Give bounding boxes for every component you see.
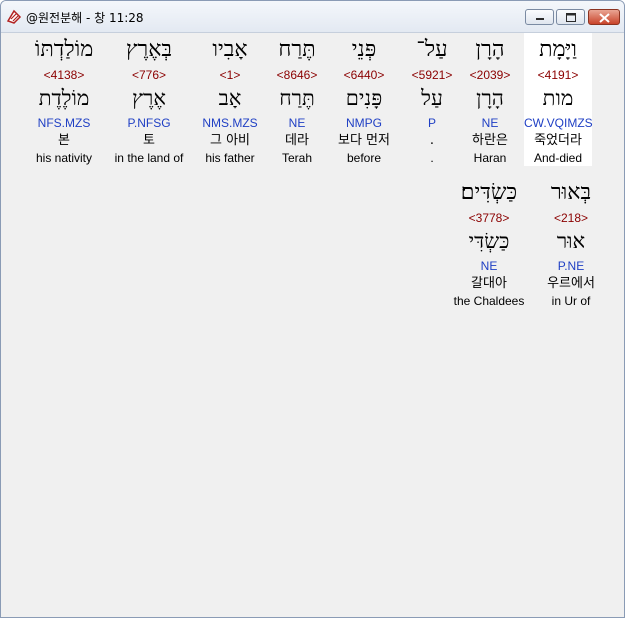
- window-title: @원전분해 - 창 11:28: [26, 11, 144, 25]
- korean-gloss: 본: [58, 133, 70, 148]
- interlinear-panel: וַיָּמָת <4191> מות CW.VQIMZS 죽었더라 And-d…: [4, 33, 621, 613]
- minimize-button[interactable]: [525, 9, 554, 25]
- lemma: אוּר: [556, 229, 586, 253]
- english-gloss: .: [430, 151, 434, 165]
- lemma: אָב: [218, 86, 242, 110]
- strong-number: <776>: [131, 68, 167, 82]
- korean-gloss: .: [429, 133, 435, 148]
- english-gloss: And-died: [533, 151, 583, 165]
- strong-number: <8646>: [276, 68, 318, 82]
- english-gloss: the Chaldees: [453, 294, 525, 308]
- morphology-code: NMPG: [346, 116, 382, 130]
- hebrew-word: אָבִיו: [212, 37, 248, 62]
- strong-number: <3778>: [468, 211, 510, 225]
- strong-number: <4191>: [537, 68, 579, 82]
- english-gloss: Haran: [473, 151, 507, 165]
- maximize-button[interactable]: [556, 9, 585, 25]
- word-cell[interactable]: עַל־ <5921> עַל P . .: [398, 33, 466, 166]
- lemma: מות: [542, 86, 574, 110]
- word-cell[interactable]: פְּנֵי <6440> פָּנִים NMPG 보다 먼저 before: [330, 33, 398, 166]
- lemma: עַל: [421, 86, 443, 110]
- korean-gloss: 그 아비: [209, 133, 250, 148]
- word-cell[interactable]: וַיָּמָת <4191> מות CW.VQIMZS 죽었더라 And-d…: [524, 33, 593, 166]
- app-window: @원전분해 - 창 11:28 וַיָּמָת <4191> מות CW.V…: [0, 0, 625, 618]
- morphology-code: NE: [288, 116, 306, 130]
- lemma: מוֹלֶדֶת: [38, 86, 90, 110]
- korean-gloss: 데라: [285, 133, 309, 148]
- word-cell[interactable]: מוֹלַדְתּוֹ <4138> מוֹלֶדֶת NFS.MZS 본 hi…: [26, 33, 102, 166]
- morphology-code: P.NE: [557, 259, 585, 273]
- hebrew-word: כַּשְׂדִּים׃: [460, 180, 518, 205]
- morphology-code: CW.VQIMZS: [524, 116, 593, 130]
- hebrew-word: וַיָּמָת: [539, 37, 577, 62]
- lemma: פָּנִים: [345, 86, 383, 110]
- english-gloss: Terah: [281, 151, 313, 165]
- morphology-code: NMS.MZS: [202, 116, 258, 130]
- title-bar[interactable]: @원전분해 - 창 11:28: [1, 1, 624, 33]
- korean-gloss: 보다 먼저: [338, 133, 390, 148]
- word-cell[interactable]: כַּשְׂדִּים׃ <3778> כַּשְׂדִּי NE 갈대아 th…: [447, 176, 531, 309]
- word-cell[interactable]: בְּאֶרֶץ <776> אֶרֶץ P.NFSG 토 in the lan…: [108, 33, 190, 166]
- korean-gloss: 토: [143, 133, 155, 148]
- strong-number: <6440>: [343, 68, 385, 82]
- morphology-code: P.NFSG: [127, 116, 171, 130]
- english-gloss: his nativity: [35, 151, 93, 165]
- strong-number: <218>: [553, 211, 589, 225]
- word-cell[interactable]: תֶּרַח <8646> תֶּרַח NE 데라 Terah: [263, 33, 331, 166]
- lemma: אֶרֶץ: [132, 86, 166, 110]
- morphology-code: NE: [480, 259, 498, 273]
- morphology-code: NFS.MZS: [37, 116, 91, 130]
- lemma: כַּשְׂדִּי: [468, 229, 510, 253]
- strong-number: <5921>: [411, 68, 453, 82]
- hebrew-word: תֶּרַח: [278, 37, 316, 62]
- korean-gloss: 하란은: [472, 133, 508, 148]
- app-logo-icon: [6, 9, 22, 25]
- word-cell[interactable]: אָבִיו <1> אָב NMS.MZS 그 아비 his father: [196, 33, 264, 166]
- hebrew-word: בְּאוּר: [550, 180, 592, 205]
- korean-gloss: 죽었더라: [534, 133, 582, 148]
- word-cell[interactable]: בְּאוּר <218> אוּר P.NE 우르에서 in Ur of: [537, 176, 605, 309]
- english-gloss: in Ur of: [551, 294, 591, 308]
- lemma: הָרָן: [476, 86, 504, 110]
- english-gloss: before: [346, 151, 382, 165]
- strong-number: <4138>: [43, 68, 85, 82]
- strong-number: <1>: [219, 68, 241, 82]
- hebrew-word: בְּאֶרֶץ: [125, 37, 173, 62]
- english-gloss: his father: [205, 151, 255, 165]
- english-gloss: in the land of: [114, 151, 184, 165]
- korean-gloss: 갈대아: [471, 276, 507, 291]
- word-cell[interactable]: הָרָן <2039> הָרָן NE 하란은 Haran: [456, 33, 524, 166]
- hebrew-word: עַל־: [416, 37, 448, 62]
- strong-number: <2039>: [469, 68, 511, 82]
- morphology-code: NE: [481, 116, 499, 130]
- hebrew-word: מוֹלַדְתּוֹ: [34, 37, 94, 62]
- korean-gloss: 우르에서: [547, 276, 595, 291]
- close-button[interactable]: [588, 9, 620, 25]
- lemma: תֶּרַח: [279, 86, 315, 110]
- hebrew-word: פְּנֵי: [351, 37, 377, 62]
- morphology-code: P: [427, 116, 436, 130]
- hebrew-word: הָרָן: [475, 37, 505, 62]
